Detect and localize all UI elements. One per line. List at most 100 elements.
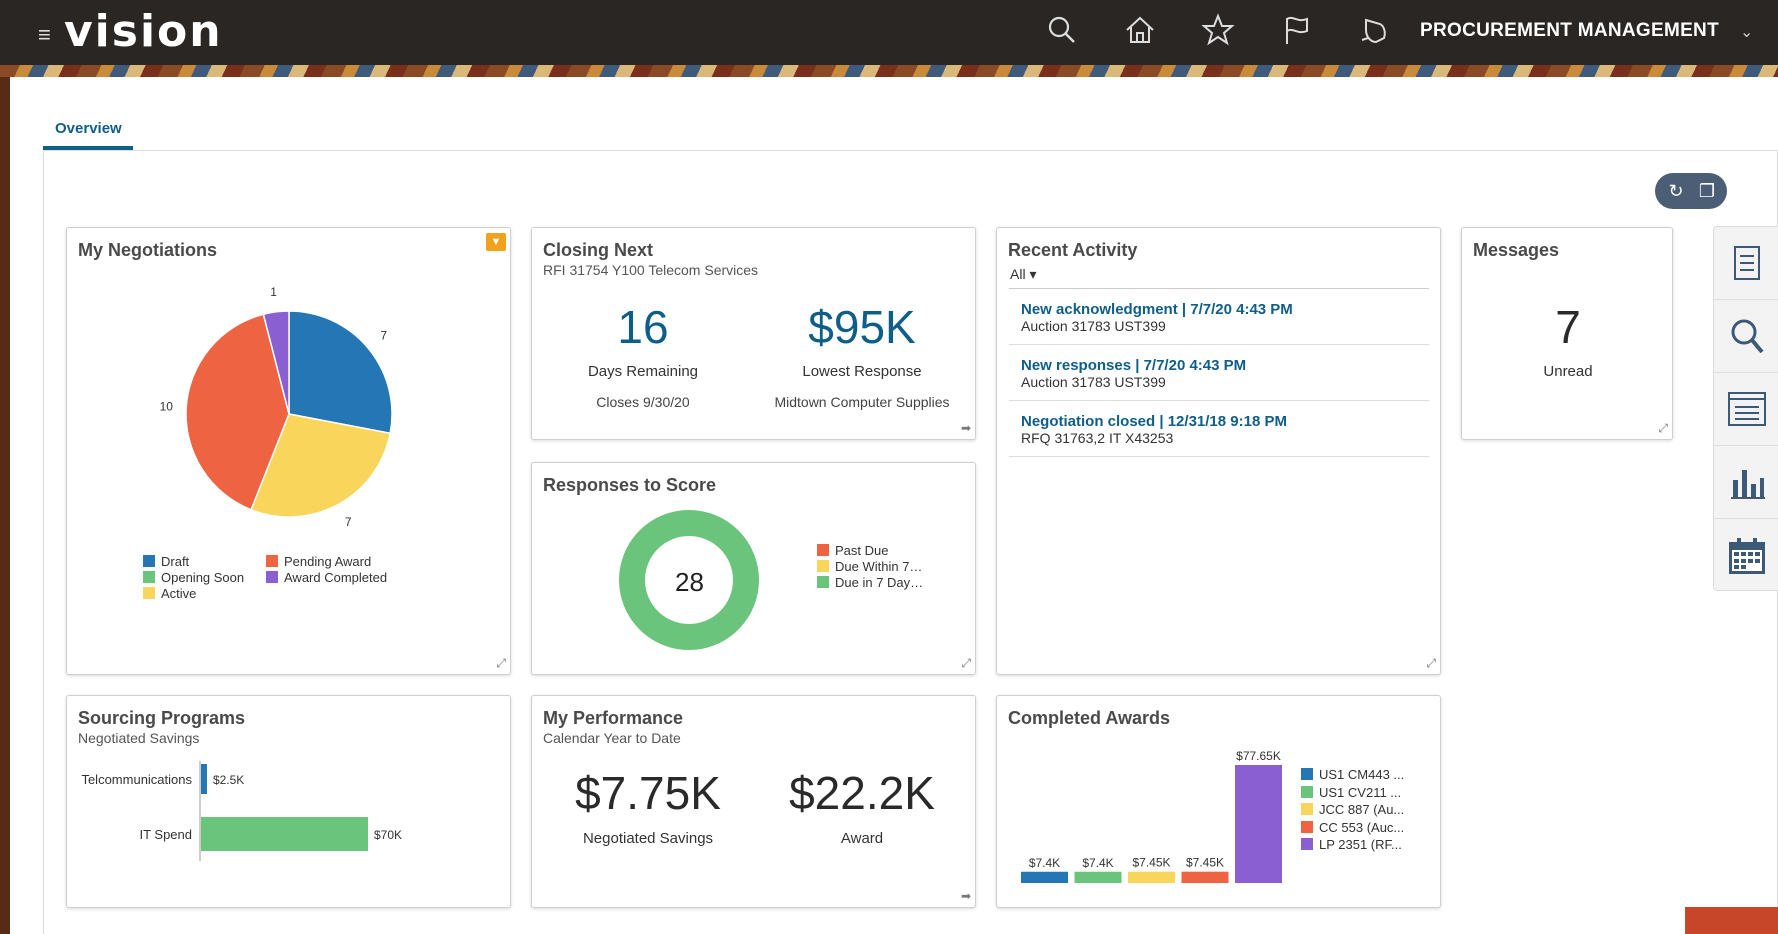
dropdown-icon[interactable]: ▼ — [486, 233, 506, 251]
legend-swatch — [1301, 785, 1313, 798]
flag-icon[interactable] — [1278, 12, 1314, 48]
legend-swatch — [817, 560, 829, 572]
legend-item: Award Completed — [266, 570, 387, 585]
resize-icon[interactable]: ⤢ — [961, 656, 971, 671]
vision-logo[interactable]: vision — [64, 6, 223, 57]
activity-item[interactable]: New acknowledgment | 7/7/20 4:43 PM Auct… — [1009, 289, 1429, 345]
tab-overview[interactable]: Overview — [43, 118, 133, 150]
legend-label: Award Completed — [284, 570, 388, 585]
activity-desc: Auction 31783 UST399 — [1021, 374, 1166, 390]
activity-link[interactable]: Negotiation closed | 12/31/18 9:18 PM — [1021, 413, 1287, 430]
award-label: Award — [840, 830, 884, 847]
award-value: $22.2K — [789, 767, 935, 819]
list-icon[interactable] — [1714, 373, 1778, 446]
bar-value-label: $77.65K — [1236, 749, 1281, 763]
bar — [1181, 871, 1229, 883]
recent-activity-card: Recent Activity All ▾ New acknowledgment… — [996, 227, 1441, 675]
top-bar: ≡ vision PROCUREMENT MANAGEMENT ⌄ — [0, 0, 1778, 65]
lowest-response-label: Lowest Response — [802, 363, 922, 380]
legend-swatch — [817, 576, 829, 588]
legend-item: Due Within 7… — [817, 559, 922, 574]
legend-swatch — [1301, 768, 1313, 780]
days-remaining-value: 16 — [617, 301, 669, 353]
bar-value-label: $7.45K — [1132, 856, 1170, 870]
legend-label: Opening Soon — [161, 570, 245, 585]
activity-filter-select[interactable]: All ▾ — [1010, 266, 1036, 283]
legend-label: LP 2351 (RF... — [1319, 837, 1402, 852]
responses-to-score-card: Responses to Score 28 Past Due Due Within… — [531, 462, 976, 675]
refresh-icon[interactable]: ↻ — [1664, 179, 1688, 203]
completed-awards-card: Completed Awards $7.4K $7.4K $7.45K $7.45K $… — [996, 695, 1441, 908]
resize-icon[interactable]: ⤢ — [1426, 656, 1436, 671]
legend-swatch — [266, 555, 278, 567]
pie-slice-label: 7 — [380, 329, 387, 343]
my-negotiations-card: My Negotiations ▼ 7 7 10 1 Draft Pending Awa… — [66, 227, 511, 675]
bar-chart-icon[interactable] — [1714, 446, 1778, 519]
legend-swatch — [266, 571, 278, 583]
legend-swatch — [143, 587, 155, 599]
search-icon[interactable] — [1714, 300, 1778, 373]
legend-item: US1 CV211 ... — [1301, 785, 1401, 800]
document-icon[interactable] — [1714, 227, 1778, 300]
bar-value-label: $2.5K — [213, 773, 244, 787]
legend-label: Active — [161, 586, 197, 601]
legend-label: CC 553 (Auc... — [1319, 819, 1405, 835]
bar-value-label: $7.45K — [1186, 856, 1224, 870]
card-title: My Negotiations — [78, 240, 218, 260]
days-remaining-label: Days Remaining — [587, 363, 699, 380]
calendar-icon[interactable] — [1714, 519, 1778, 592]
arrow-right-icon[interactable]: ➡ — [961, 421, 971, 435]
pie-slice-label: 10 — [160, 399, 174, 413]
resize-icon[interactable]: ⤢ — [1658, 421, 1668, 436]
pie-slice-label: 7 — [345, 515, 352, 529]
activity-item[interactable]: Negotiation closed | 12/31/18 9:18 PM RF… — [1009, 401, 1429, 457]
card-subtitle: RFI 31754 Y100 Telecom Services — [543, 262, 759, 278]
legend-item: Past Due — [817, 543, 888, 558]
bar — [1235, 765, 1282, 883]
dashboard-controls: ↻ ❐ — [1655, 173, 1727, 209]
search-icon[interactable] — [1044, 12, 1080, 48]
copy-icon[interactable]: ❐ — [1695, 179, 1719, 203]
negotiated-savings-label: Negotiated Savings — [582, 830, 714, 847]
chevron-down-icon[interactable]: ⌄ — [1740, 22, 1753, 42]
star-icon[interactable] — [1200, 12, 1236, 48]
legend-label: JCC 887 (Au... — [1319, 802, 1405, 817]
unread-label: Unread — [1543, 363, 1593, 380]
legend-item: US1 CM443 ... — [1301, 767, 1404, 782]
legend-label: Pending Award — [284, 554, 372, 569]
closes-date: Closes 9/30/20 — [596, 394, 690, 410]
legend-label: US1 CM443 ... — [1319, 767, 1405, 782]
activity-item[interactable]: New responses | 7/7/20 4:43 PM Auction 3… — [1009, 345, 1429, 401]
unread-count[interactable]: 7 — [1462, 300, 1674, 354]
legend-label: Draft — [161, 554, 190, 569]
legend-label: Due in 7 Day… — [835, 575, 924, 590]
lowest-response-value[interactable]: $95K — [747, 300, 977, 354]
legend-item: JCC 887 (Au... — [1301, 802, 1404, 817]
supplier-name: Midtown Computer Supplies — [774, 394, 950, 410]
bar-value-label: $70K — [374, 828, 402, 842]
legend-item: Opening Soon — [143, 570, 244, 585]
app-title[interactable]: PROCUREMENT MANAGEMENT — [1420, 20, 1719, 42]
activity-desc: RFQ 31763,2 IT X43253 — [1021, 430, 1174, 446]
card-title: Messages — [1473, 240, 1560, 260]
sourcing-programs-card: Sourcing Programs Negotiated Savings Tel… — [66, 695, 511, 908]
bell-icon[interactable] — [1356, 12, 1392, 48]
resize-icon[interactable]: ⤢ — [496, 656, 506, 671]
pie-slice — [288, 310, 393, 435]
activity-link[interactable]: New acknowledgment | 7/7/20 4:43 PM — [1021, 301, 1293, 318]
legend-item: Active — [143, 586, 196, 601]
legend-swatch — [1301, 803, 1313, 815]
corner-accent — [1685, 907, 1778, 934]
hamburger-icon[interactable]: ≡ — [38, 22, 51, 48]
legend-item: CC 553 (Auc... — [1301, 820, 1404, 835]
card-title: Closing Next — [543, 240, 654, 260]
bar — [1074, 871, 1122, 883]
legend-label: Past Due — [835, 543, 889, 558]
arrow-right-icon[interactable]: ➡ — [961, 889, 971, 903]
activity-link[interactable]: New responses | 7/7/20 4:43 PM — [1021, 357, 1246, 374]
decorative-banner — [0, 65, 1778, 77]
page-content: Overview ↻ ❐ My Negotiations ▼ 7 7 10 1 Dra… — [10, 77, 1778, 934]
home-icon[interactable] — [1122, 12, 1158, 48]
card-subtitle: Calendar Year to Date — [543, 730, 681, 746]
legend-swatch — [1301, 820, 1313, 833]
